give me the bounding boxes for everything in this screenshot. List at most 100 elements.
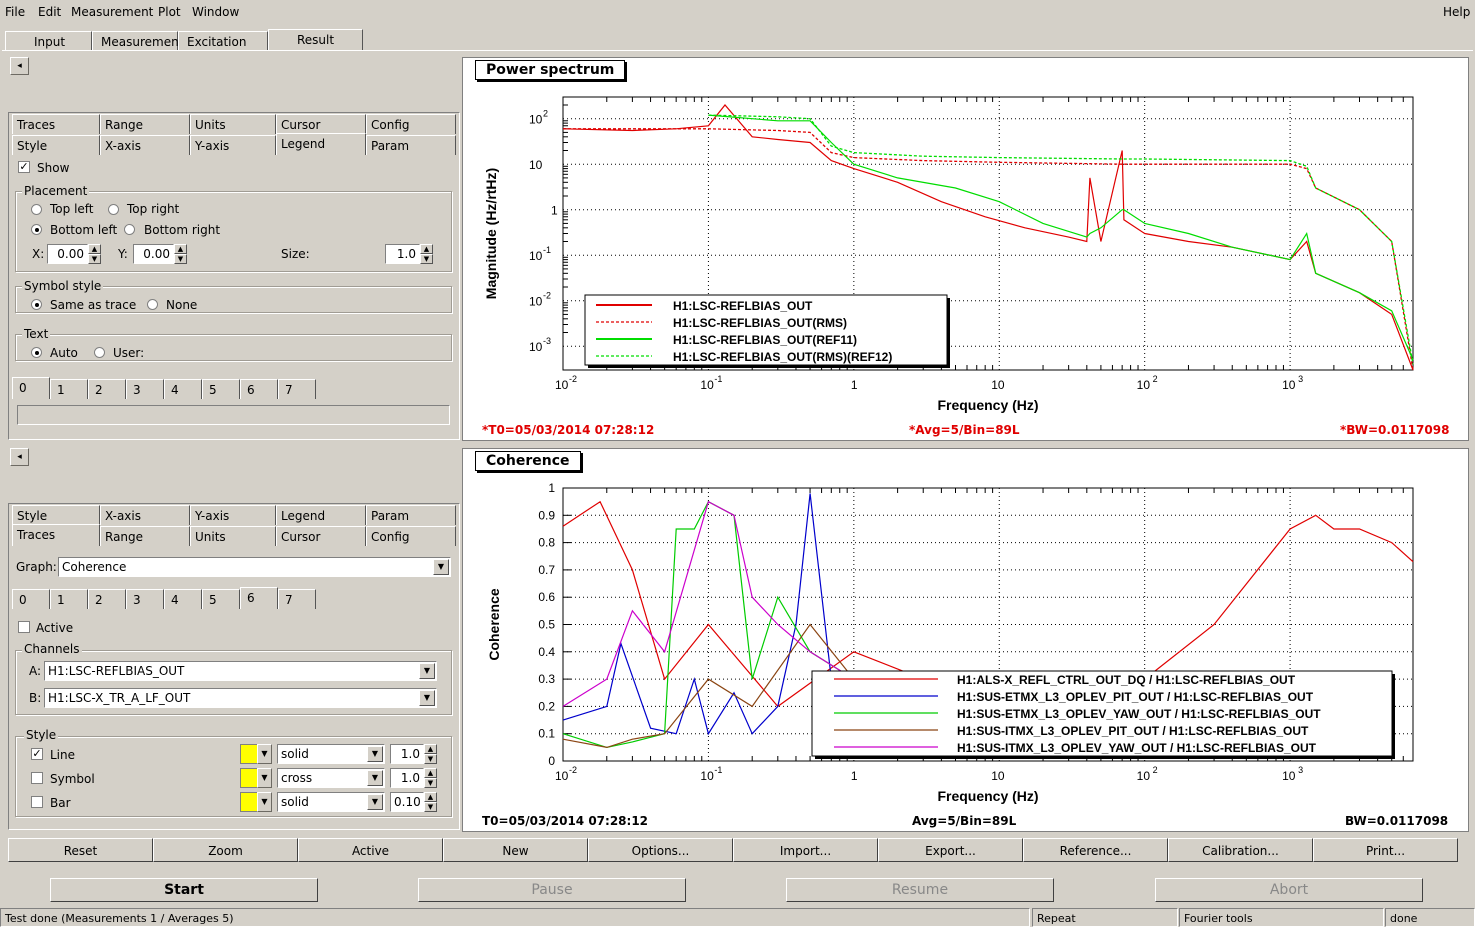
trace-tab-1[interactable]: 1: [50, 589, 88, 609]
radio-top-left[interactable]: [31, 204, 42, 215]
tab-measurement[interactable]: Measurement: [92, 31, 183, 51]
collapse-left-button[interactable]: ◂: [10, 57, 29, 75]
option-tab-units[interactable]: Units: [190, 114, 276, 134]
option-tab-cursor[interactable]: Cursor: [276, 114, 366, 134]
button-import[interactable]: Import...: [733, 838, 878, 862]
trace-tab-7[interactable]: 7: [278, 379, 316, 399]
menu-file[interactable]: File: [5, 5, 25, 19]
button-new[interactable]: New: [443, 838, 588, 862]
channel-a-select[interactable]: H1:LSC-REFLBIAS_OUT ▼: [44, 661, 437, 681]
menu-help[interactable]: Help: [1443, 5, 1470, 19]
y-spinner[interactable]: ▲ ▼: [174, 244, 187, 264]
option-tab-yaxis[interactable]: Y-axis: [190, 505, 276, 525]
trace-tab-5[interactable]: 5: [202, 379, 240, 399]
trace-tab-0[interactable]: 0: [12, 589, 50, 609]
option-tab-style[interactable]: Style: [12, 505, 100, 525]
symbol-style-select[interactable]: cross ▼: [277, 768, 385, 788]
chevron-down-icon[interactable]: ▼: [257, 792, 272, 812]
channel-b-select[interactable]: H1:LSC-X_TR_A_LF_OUT ▼: [44, 688, 437, 708]
symbol-width-spinner[interactable]: ▲ ▼: [424, 768, 437, 788]
trace-tab-6[interactable]: 6: [240, 587, 278, 609]
option-tab-range[interactable]: Range: [100, 526, 190, 546]
option-tab-yaxis[interactable]: Y-axis: [190, 135, 276, 155]
button-export[interactable]: Export...: [878, 838, 1023, 862]
button-active[interactable]: Active: [298, 838, 443, 862]
button-reference[interactable]: Reference...: [1023, 838, 1168, 862]
x-input[interactable]: 0.00: [47, 244, 88, 264]
radio-top-right[interactable]: [108, 204, 119, 215]
bar-width-input[interactable]: 0.10: [390, 792, 424, 812]
button-print[interactable]: Print...: [1313, 838, 1458, 862]
line-checkbox[interactable]: ✓: [31, 748, 43, 760]
option-tab-style[interactable]: Style: [12, 135, 100, 155]
line-width-spinner[interactable]: ▲ ▼: [424, 744, 437, 764]
option-tab-traces[interactable]: Traces: [12, 114, 100, 134]
option-tab-xaxis[interactable]: X-axis: [100, 505, 190, 525]
radio-none[interactable]: [147, 299, 158, 310]
legend-text-input[interactable]: [17, 405, 450, 425]
option-tab-xaxis[interactable]: X-axis: [100, 135, 190, 155]
power-spectrum-chart[interactable]: 10 -2 10 -1 1 10 10 2 10 310 210110 -110 -210 -3Frequ…: [462, 57, 1469, 441]
option-tab-legend[interactable]: Legend: [276, 133, 366, 155]
trace-tab-5[interactable]: 5: [202, 589, 240, 609]
radio-same-as-trace[interactable]: [31, 299, 42, 310]
symbol-checkbox[interactable]: [31, 772, 43, 784]
trace-tab-2[interactable]: 2: [88, 589, 126, 609]
color-swatch[interactable]: [240, 768, 258, 788]
button-start[interactable]: Start: [50, 878, 318, 902]
trace-tab-7[interactable]: 7: [278, 589, 316, 609]
size-spinner[interactable]: ▲ ▼: [420, 244, 433, 264]
active-checkbox[interactable]: [18, 621, 30, 633]
trace-tab-3[interactable]: 3: [126, 589, 164, 609]
graph-select[interactable]: Coherence ▼: [58, 557, 451, 577]
option-tab-cursor[interactable]: Cursor: [276, 526, 366, 546]
size-input[interactable]: 1.0: [385, 244, 420, 264]
option-tab-param[interactable]: Param: [366, 505, 456, 525]
option-tab-traces[interactable]: Traces: [12, 524, 100, 546]
option-tab-config[interactable]: Config: [366, 526, 456, 546]
menu-measurement[interactable]: Measurement: [71, 5, 153, 19]
trace-tab-3[interactable]: 3: [126, 379, 164, 399]
color-swatch[interactable]: [240, 792, 258, 812]
tab-excitation[interactable]: Excitation: [178, 31, 268, 51]
x-spinner[interactable]: ▲ ▼: [88, 244, 101, 264]
chevron-down-icon[interactable]: ▼: [257, 744, 272, 764]
chevron-down-icon[interactable]: ▼: [257, 768, 272, 788]
button-zoom[interactable]: Zoom: [153, 838, 298, 862]
y-input[interactable]: 0.00: [133, 244, 174, 264]
bar-width-spinner[interactable]: ▲ ▼: [424, 792, 437, 812]
bar-style-select[interactable]: solid ▼: [277, 792, 385, 812]
menu-plot[interactable]: Plot: [158, 5, 181, 19]
bar-checkbox[interactable]: [31, 796, 43, 808]
collapse-left-button-2[interactable]: ◂: [10, 448, 29, 466]
trace-tab-0[interactable]: 0: [12, 377, 50, 399]
trace-tab-4[interactable]: 4: [164, 589, 202, 609]
symbol-width-input[interactable]: 1.0: [390, 768, 424, 788]
trace-tab-4[interactable]: 4: [164, 379, 202, 399]
radio-auto[interactable]: [31, 347, 42, 358]
show-legend-checkbox[interactable]: ✓: [18, 161, 30, 173]
button-resume[interactable]: Resume: [786, 878, 1054, 902]
button-options[interactable]: Options...: [588, 838, 733, 862]
color-swatch[interactable]: [240, 744, 258, 764]
option-tab-range[interactable]: Range: [100, 114, 190, 134]
tab-input[interactable]: Input: [5, 31, 92, 51]
coherence-chart[interactable]: 10 -2 10 -1 1 10 10 2 10 300.10.20.30.40.50.60.70…: [462, 448, 1469, 832]
trace-tab-2[interactable]: 2: [88, 379, 126, 399]
tab-result[interactable]: Result: [268, 29, 363, 51]
button-calibration[interactable]: Calibration...: [1168, 838, 1313, 862]
line-width-input[interactable]: 1.0: [390, 744, 424, 764]
menu-edit[interactable]: Edit: [38, 5, 61, 19]
radio-bottom-left[interactable]: [31, 224, 42, 235]
button-reset[interactable]: Reset: [8, 838, 153, 862]
radio-bottom-right[interactable]: [124, 224, 135, 235]
trace-tab-1[interactable]: 1: [50, 379, 88, 399]
menu-window[interactable]: Window: [192, 5, 239, 19]
button-abort[interactable]: Abort: [1155, 878, 1423, 902]
line-style-select[interactable]: solid ▼: [277, 744, 385, 764]
trace-tab-6[interactable]: 6: [240, 379, 278, 399]
option-tab-units[interactable]: Units: [190, 526, 276, 546]
option-tab-param[interactable]: Param: [366, 135, 456, 155]
button-pause[interactable]: Pause: [418, 878, 686, 902]
option-tab-legend[interactable]: Legend: [276, 505, 366, 525]
